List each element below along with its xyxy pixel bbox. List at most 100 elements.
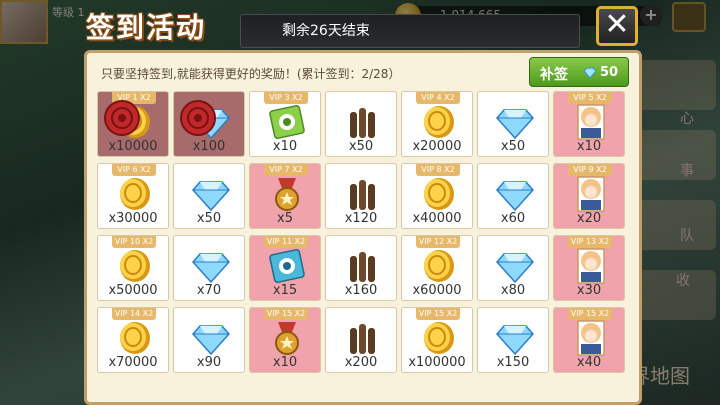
ammo-icon (344, 248, 382, 284)
claimed-seal-icon (100, 96, 150, 140)
vip-tag: VIP 8 X2 (416, 164, 460, 176)
reward-cell-day-26[interactable]: VIP 15 X2 x100000 (401, 307, 473, 373)
reward-cell-day-15[interactable]: VIP 10 X2 x50000 (97, 235, 169, 301)
close-icon: ✕ (604, 7, 630, 42)
reward-quantity: x20 (576, 211, 602, 226)
vip-tag: VIP 6 X2 (112, 164, 156, 176)
reward-cell-day-23[interactable]: x90 (173, 307, 245, 373)
vip-tag: VIP 5 X2 (568, 92, 612, 104)
reward-quantity: x40000 (412, 211, 462, 226)
reward-cell-day-12[interactable]: VIP 8 X2 x40000 (401, 163, 473, 229)
resign-label: 补签 (540, 67, 568, 83)
reward-cell-day-10[interactable]: VIP 7 X2 x5 (249, 163, 321, 229)
ammo-icon (344, 104, 382, 140)
page-title: 签到活动 (86, 11, 207, 44)
reward-cell-day-3[interactable]: VIP 3 X2 x10 (249, 91, 321, 157)
reward-cell-day-20[interactable]: x80 (477, 235, 549, 301)
vip-tag: VIP 9 X2 (568, 164, 612, 176)
reward-cell-day-1[interactable]: VIP 1 X2 x10000 (97, 91, 169, 157)
ammo-icon (344, 320, 382, 356)
reward-quantity: x80 (500, 283, 526, 298)
reward-quantity: x70 (196, 283, 222, 298)
girl-icon (572, 104, 610, 140)
vip-tag: VIP 15 X2 (568, 308, 612, 320)
reward-cell-day-21[interactable]: VIP 13 X2 x30 (553, 235, 625, 301)
reward-cell-day-27[interactable]: x150 (477, 307, 549, 373)
resign-button[interactable]: 补签 50 (529, 57, 629, 87)
reward-cell-day-19[interactable]: VIP 12 X2 x60000 (401, 235, 473, 301)
reward-quantity: x10000 (108, 139, 158, 154)
reward-cell-day-24[interactable]: VIP 15 X2 x10 (249, 307, 321, 373)
reward-quantity: x5 (277, 211, 293, 226)
reward-quantity: x150 (496, 355, 530, 370)
gem-icon (584, 67, 596, 79)
gem-icon (495, 320, 535, 356)
reward-cell-day-28[interactable]: VIP 15 X2 x40 (553, 307, 625, 373)
medal-icon (268, 176, 306, 212)
ammo-icon (344, 176, 382, 212)
reward-quantity: x10 (272, 355, 298, 370)
vip-tag: VIP 14 X2 (112, 308, 156, 320)
gem-icon (495, 104, 535, 140)
training-blue-icon (268, 248, 306, 284)
resign-cost: 50 (600, 65, 619, 80)
vip-tag: VIP 15 X2 (416, 308, 460, 320)
reward-cell-day-2[interactable]: x100 (173, 91, 245, 157)
coin-icon (420, 320, 458, 356)
reward-cell-day-6[interactable]: x50 (477, 91, 549, 157)
reward-quantity: x100 (192, 139, 226, 154)
gem-icon (191, 320, 231, 356)
reward-cell-day-5[interactable]: VIP 4 X2 x20000 (401, 91, 473, 157)
medal-icon (268, 320, 306, 356)
vip-tag: VIP 13 X2 (568, 236, 612, 248)
reward-cell-day-25[interactable]: x200 (325, 307, 397, 373)
reward-quantity: x120 (344, 211, 378, 226)
reward-quantity: x50 (500, 139, 526, 154)
reward-quantity: x100000 (408, 355, 466, 370)
gem-icon (191, 248, 231, 284)
reward-cell-day-11[interactable]: x120 (325, 163, 397, 229)
vip-tag: VIP 4 X2 (416, 92, 460, 104)
training-green-icon (268, 104, 306, 140)
reward-cell-day-22[interactable]: VIP 14 X2 x70000 (97, 307, 169, 373)
reward-cell-day-7[interactable]: VIP 5 X2 x10 (553, 91, 625, 157)
reward-cell-day-4[interactable]: x50 (325, 91, 397, 157)
close-button[interactable]: ✕ (596, 6, 638, 46)
reward-cell-day-17[interactable]: VIP 11 X2 x15 (249, 235, 321, 301)
coin-icon (116, 248, 154, 284)
reward-quantity: x50000 (108, 283, 158, 298)
gem-icon (191, 176, 231, 212)
signin-panel: 只要坚持签到,就能获得更好的奖励！(累计签到：2/28） 补签 50 VIP 1… (84, 50, 642, 405)
reward-quantity: x20000 (412, 139, 462, 154)
reward-cell-day-8[interactable]: VIP 6 X2 x30000 (97, 163, 169, 229)
reward-cell-day-18[interactable]: x160 (325, 235, 397, 301)
reward-quantity: x200 (344, 355, 378, 370)
reward-quantity: x160 (344, 283, 378, 298)
reward-quantity: x60000 (412, 283, 462, 298)
reward-quantity: x10 (272, 139, 298, 154)
vip-tag: VIP 12 X2 (416, 236, 460, 248)
coin-icon (420, 176, 458, 212)
reward-cell-day-13[interactable]: x60 (477, 163, 549, 229)
vip-tag: VIP 3 X2 (264, 92, 308, 104)
vip-tag: VIP 11 X2 (264, 236, 308, 248)
reward-quantity: x40 (576, 355, 602, 370)
girl-icon (572, 176, 610, 212)
reward-cell-day-14[interactable]: VIP 9 X2 x20 (553, 163, 625, 229)
coin-icon (420, 248, 458, 284)
coin-icon (116, 176, 154, 212)
reward-cell-day-16[interactable]: x70 (173, 235, 245, 301)
gem-icon (495, 176, 535, 212)
reward-quantity: x10 (576, 139, 602, 154)
reward-quantity: x60 (500, 211, 526, 226)
vip-tag: VIP 10 X2 (112, 236, 156, 248)
reward-quantity: x15 (272, 283, 298, 298)
reward-quantity: x30000 (108, 211, 158, 226)
gem-icon (495, 248, 535, 284)
girl-icon (572, 248, 610, 284)
girl-icon (572, 320, 610, 356)
coin-icon (420, 104, 458, 140)
vip-tag: VIP 7 X2 (264, 164, 308, 176)
reward-cell-day-9[interactable]: x50 (173, 163, 245, 229)
reward-quantity: x50 (348, 139, 374, 154)
